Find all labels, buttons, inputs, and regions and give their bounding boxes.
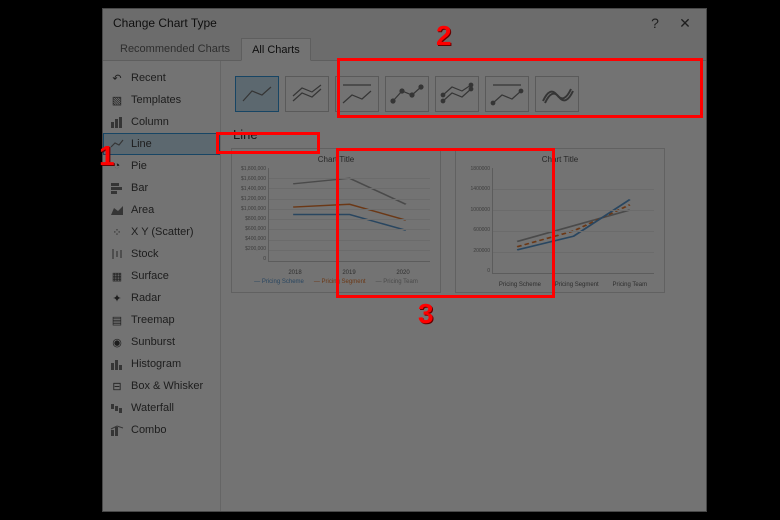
preview-y-labels: $1,800,000 $1,600,000 $1,400,000 $1,200,… [236,166,266,262]
sidebar-item-bar[interactable]: Bar [103,177,220,199]
sidebar-item-treemap[interactable]: ▤ Treemap [103,309,220,331]
chart-subtype-row [231,69,696,119]
sidebar-item-waterfall[interactable]: Waterfall [103,397,220,419]
preview-chart-area: 1800000 1400000 1000000 600000 200000 0 [464,166,656,288]
sidebar-item-surface[interactable]: ▦ Surface [103,265,220,287]
area-chart-icon [109,202,125,218]
sidebar-item-label: Pie [131,160,147,172]
sidebar-item-combo[interactable]: Combo [103,419,220,441]
waterfall-chart-icon [109,400,125,416]
combo-chart-icon [109,422,125,438]
sidebar-item-label: Stock [131,248,159,260]
close-button[interactable]: ✕ [670,12,700,34]
sidebar-item-label: Line [131,138,152,150]
subtype-line[interactable] [235,76,279,112]
radar-chart-icon: ✦ [109,290,125,306]
sidebar-item-column[interactable]: Column [103,111,220,133]
sidebar-item-stock[interactable]: Stock [103,243,220,265]
chart-previews: Chart Title $1,800,000 $1,600,000 $1,400… [231,148,696,293]
sidebar-item-line[interactable]: Line [103,133,220,155]
change-chart-type-dialog: Change Chart Type ? ✕ Recommended Charts… [102,8,707,512]
tab-all-charts[interactable]: All Charts [241,38,311,61]
annotation-number-1: 1 [99,140,115,172]
sidebar-item-label: Column [131,116,169,128]
sidebar-item-label: Radar [131,292,161,304]
subtype-3d-line[interactable] [535,76,579,112]
chart-type-heading: Line [233,127,696,142]
sidebar-item-label: Box & Whisker [131,380,203,392]
subtype-stacked-line[interactable] [285,76,329,112]
chart-preview-1[interactable]: Chart Title $1,800,000 $1,600,000 $1,400… [231,148,441,293]
sidebar-item-pie[interactable]: ◔ Pie [103,155,220,177]
scatter-chart-icon: ⁘ [109,224,125,240]
sidebar-item-box-whisker[interactable]: ⊟ Box & Whisker [103,375,220,397]
annotation-number-3: 3 [418,298,434,330]
line-series-svg [493,168,654,273]
preview-y-labels: 1800000 1400000 1000000 600000 200000 0 [460,166,490,274]
templates-icon: ▧ [109,92,125,108]
preview-legend: Pricing Scheme Pricing Segment Pricing T… [240,276,432,288]
sidebar-item-area[interactable]: Area [103,199,220,221]
sidebar-item-sunburst[interactable]: ◉ Sunburst [103,331,220,353]
sidebar-item-scatter[interactable]: ⁘ X Y (Scatter) [103,221,220,243]
preview-x-labels: Pricing Scheme Pricing Segment Pricing T… [492,282,654,288]
subtype-100-stacked-line-markers[interactable] [485,76,529,112]
dialog-body: ↶ Recent ▧ Templates Column Line ◔ [103,61,706,511]
box-whisker-icon: ⊟ [109,378,125,394]
preview-chart-area: $1,800,000 $1,600,000 $1,400,000 $1,200,… [240,166,432,276]
sidebar-item-radar[interactable]: ✦ Radar [103,287,220,309]
annotation-number-2: 2 [436,20,452,52]
sidebar-item-label: Surface [131,270,169,282]
preview-x-labels: 2018 2019 2020 [268,270,430,276]
sidebar-item-label: Sunburst [131,336,175,348]
line-series-svg [269,168,430,261]
sunburst-chart-icon: ◉ [109,334,125,350]
stock-chart-icon [109,246,125,262]
histogram-chart-icon [109,356,125,372]
sidebar-item-label: Area [131,204,154,216]
sidebar-item-label: Recent [131,72,166,84]
preview-plot [492,168,654,274]
subtype-line-markers[interactable] [385,76,429,112]
recent-icon: ↶ [109,70,125,86]
subtype-100-stacked-line[interactable] [335,76,379,112]
dialog-titlebar: Change Chart Type ? ✕ [103,9,706,37]
bar-chart-icon [109,180,125,196]
treemap-chart-icon: ▤ [109,312,125,328]
dialog-tabs: Recommended Charts All Charts [103,37,706,61]
sidebar-item-label: Histogram [131,358,181,370]
sidebar-item-histogram[interactable]: Histogram [103,353,220,375]
sidebar-item-label: X Y (Scatter) [131,226,194,238]
sidebar-item-templates[interactable]: ▧ Templates [103,89,220,111]
preview-title: Chart Title [464,155,656,164]
column-chart-icon [109,114,125,130]
sidebar-item-label: Templates [131,94,181,106]
preview-plot [268,168,430,262]
sidebar-item-label: Waterfall [131,402,174,414]
dialog-title: Change Chart Type [113,16,640,30]
chart-preview-2[interactable]: Chart Title 1800000 1400000 1000000 6000… [455,148,665,293]
chart-category-sidebar: ↶ Recent ▧ Templates Column Line ◔ [103,61,221,511]
sidebar-item-label: Treemap [131,314,175,326]
sidebar-item-recent[interactable]: ↶ Recent [103,67,220,89]
preview-title: Chart Title [240,155,432,164]
tab-recommended-charts[interactable]: Recommended Charts [109,37,241,60]
surface-chart-icon: ▦ [109,268,125,284]
sidebar-item-label: Bar [131,182,148,194]
chart-main-panel: Line Chart Title $1,800,000 $1,600,000 $… [221,61,706,511]
sidebar-item-label: Combo [131,424,166,436]
subtype-stacked-line-markers[interactable] [435,76,479,112]
help-button[interactable]: ? [640,12,670,34]
